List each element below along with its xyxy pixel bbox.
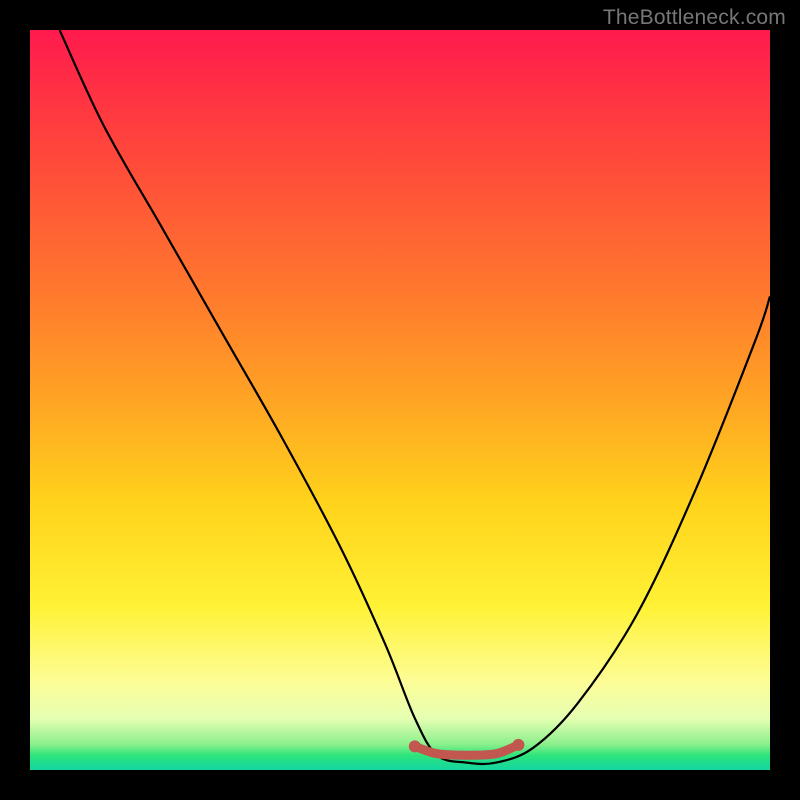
watermark-label: TheBottleneck.com <box>603 6 786 30</box>
marker-dot-left <box>409 740 421 752</box>
plot-area <box>30 30 770 770</box>
marker-dot-right <box>512 739 524 751</box>
chart-frame: TheBottleneck.com <box>0 0 800 800</box>
bottleneck-curve <box>60 30 770 764</box>
curve-layer <box>30 30 770 770</box>
